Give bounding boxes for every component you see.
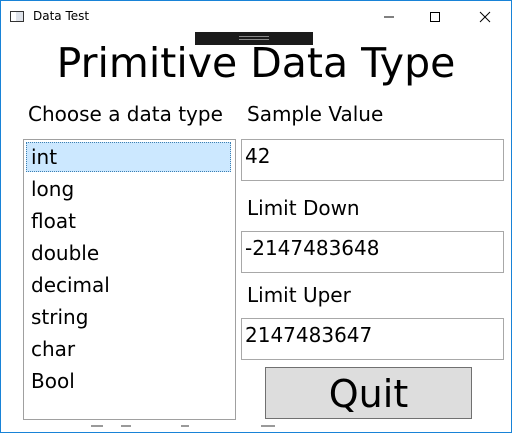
- list-item-long[interactable]: long: [26, 174, 231, 204]
- list-item-int[interactable]: int: [26, 142, 231, 172]
- limit-down-label: Limit Down: [247, 196, 360, 220]
- title-bar[interactable]: Data Test: [1, 1, 511, 32]
- close-button[interactable]: [457, 1, 511, 32]
- app-window-icon: [10, 11, 24, 22]
- choose-type-label: Choose a data type: [28, 102, 223, 126]
- list-item-bool[interactable]: Bool: [26, 366, 231, 396]
- sample-value-field[interactable]: 42: [241, 139, 504, 181]
- sample-value-label: Sample Value: [247, 102, 384, 126]
- list-item-decimal[interactable]: decimal: [26, 270, 231, 300]
- close-icon: [479, 11, 491, 23]
- list-item-double[interactable]: double: [26, 238, 231, 268]
- page-title: Primitive Data Type: [56, 39, 456, 87]
- minimize-icon: [384, 16, 394, 18]
- limit-up-field[interactable]: 2147483647: [241, 318, 504, 360]
- data-type-listbox[interactable]: int long float double decimal string cha…: [23, 139, 236, 420]
- limit-up-label: Limit Uper: [247, 283, 351, 307]
- app-window: Data Test Primitive Data Type Choose a d…: [0, 0, 512, 433]
- list-item-string[interactable]: string: [26, 302, 231, 332]
- bottom-edge-marks: [91, 425, 301, 427]
- maximize-icon: [430, 12, 440, 22]
- minimize-button[interactable]: [365, 1, 411, 32]
- limit-down-field[interactable]: -2147483648: [241, 231, 504, 273]
- list-item-float[interactable]: float: [26, 206, 231, 236]
- list-item-char[interactable]: char: [26, 334, 231, 364]
- maximize-button[interactable]: [411, 1, 457, 32]
- quit-button[interactable]: Quit: [265, 367, 472, 419]
- window-title: Data Test: [33, 9, 90, 23]
